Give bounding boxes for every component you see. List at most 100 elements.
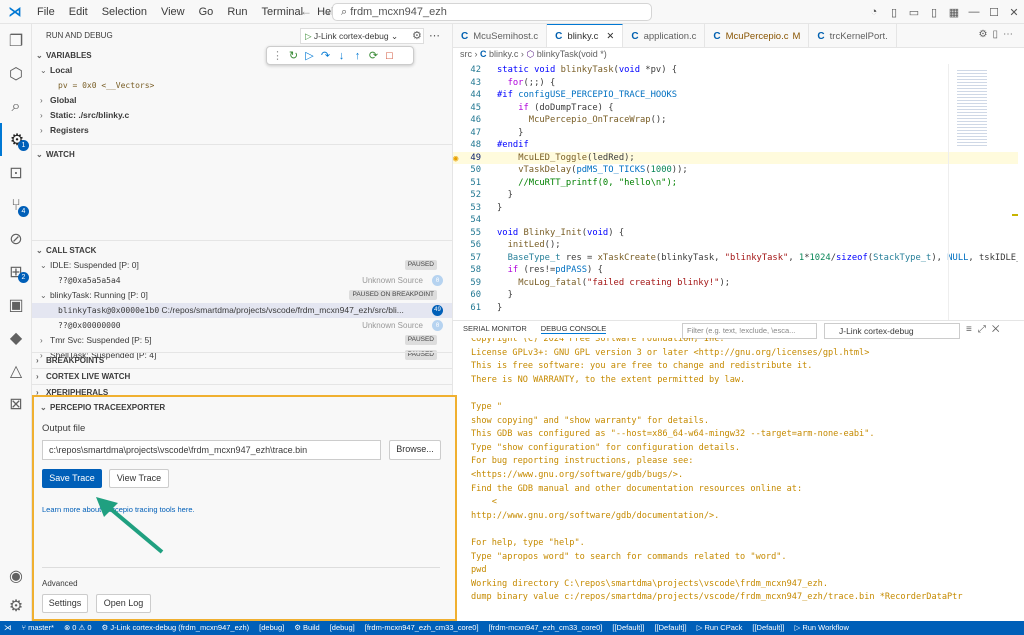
- thread-idle[interactable]: ⌄ IDLE: Suspended [P: 0] PAUSED: [32, 258, 452, 273]
- menu-go[interactable]: Go: [192, 6, 221, 18]
- layout-panel-icon[interactable]: ▭: [904, 6, 924, 19]
- variables-static[interactable]: › Static: ./src/blinky.c: [32, 108, 452, 123]
- search-icon[interactable]: ⌕: [0, 90, 32, 123]
- debug-config-select[interactable]: ▷ J-Link cortex-debug ⌄: [300, 28, 424, 44]
- variables-local[interactable]: ⌄ Local: [32, 63, 452, 78]
- python-icon[interactable]: ◆: [0, 321, 32, 354]
- status-build-type[interactable]: [debug]: [330, 621, 355, 635]
- command-center[interactable]: ⌕ frdm_mcxn947_ezh: [332, 3, 652, 21]
- code-editor[interactable]: 42 static void blinkyTask(void *pv) { 43 …: [453, 64, 1018, 320]
- stop-icon[interactable]: □: [383, 50, 396, 62]
- status-target-2[interactable]: [frdm-mcxn947_ezh_cm33_core0]: [489, 621, 603, 635]
- x-icon[interactable]: ⊠: [0, 387, 32, 420]
- thread-tmr[interactable]: › Tmr Svc: Suspended [P: 5] PAUSED: [32, 333, 452, 348]
- explorer-icon[interactable]: ❐: [0, 24, 32, 57]
- copilot-icon[interactable]: ◔: [864, 6, 884, 18]
- breakpoints-header[interactable]: › BREAKPOINTS: [32, 353, 452, 368]
- continue-icon[interactable]: ▷: [303, 49, 316, 62]
- menu-file[interactable]: File: [30, 6, 62, 18]
- tab-serial-monitor[interactable]: SERIAL MONITOR: [463, 324, 527, 334]
- debug-settings-icon[interactable]: ⚙: [412, 29, 422, 42]
- chip-icon[interactable]: ▣: [0, 288, 32, 321]
- menu-run[interactable]: Run: [220, 6, 254, 18]
- run-debug-icon[interactable]: ⚙ 1: [0, 123, 32, 156]
- tab-mcusemihost[interactable]: C McuSemihost.c: [453, 24, 548, 47]
- close-icon[interactable]: ✕: [1004, 6, 1024, 19]
- remote-icon[interactable]: ⋊: [4, 621, 12, 635]
- status-default-1[interactable]: [[Default]]: [612, 621, 644, 635]
- menu-view[interactable]: View: [154, 6, 192, 18]
- status-target-1[interactable]: [frdm-mcxn947_ezh_cm33_core0]: [365, 621, 479, 635]
- breadcrumb-src[interactable]: src: [460, 49, 472, 59]
- frame-blinky-active[interactable]: blinkyTask@0x0000e1b0 C:/repos/smartdma/…: [32, 303, 452, 318]
- manage-gear-icon[interactable]: ⚙: [0, 589, 32, 622]
- customize-layout-icon[interactable]: ▦: [944, 6, 964, 19]
- save-trace-button[interactable]: Save Trace: [42, 469, 102, 488]
- minimap[interactable]: [948, 64, 1018, 320]
- status-workflow[interactable]: ▷ Run Workflow: [794, 621, 848, 635]
- variable-pv[interactable]: pv = 0x0 <__Vectors>: [32, 78, 452, 93]
- frame-idle[interactable]: ??@0xa5a5a5a4 Unknown Source 0: [32, 273, 452, 288]
- tab-trckernelport[interactable]: CtrcKernelPort.: [809, 24, 897, 47]
- account-icon[interactable]: ◉: [0, 559, 32, 592]
- step-over-icon[interactable]: ↷: [319, 49, 332, 62]
- testing-icon[interactable]: ⊘: [0, 222, 32, 255]
- variables-global[interactable]: › Global: [32, 93, 452, 108]
- status-default-2[interactable]: [[Default]]: [654, 621, 686, 635]
- breadcrumb-symbol[interactable]: blinkyTask(void *): [537, 49, 607, 59]
- tab-application[interactable]: Capplication.c: [623, 24, 706, 47]
- output-file-input[interactable]: c:\repos\smartdma\projects\vscode\frdm_m…: [42, 440, 381, 460]
- percepio-header[interactable]: ⌄ PERCEPIO TRACEEXPORTER: [36, 400, 165, 415]
- callstack-header[interactable]: ⌄ CALL STACK: [32, 243, 452, 258]
- view-trace-button[interactable]: View Trace: [109, 469, 169, 488]
- tab-debug-console[interactable]: DEBUG CONSOLE: [540, 324, 607, 334]
- close-tab-icon[interactable]: ✕: [606, 31, 614, 42]
- extension-cube-icon[interactable]: ⬡: [0, 57, 32, 90]
- status-debug-kit[interactable]: [debug]: [259, 621, 284, 635]
- source-control-icon[interactable]: ⑂ 4: [0, 189, 32, 222]
- status-problems[interactable]: ⊗ 0 ⚠ 0: [64, 621, 92, 635]
- console-filter-input[interactable]: Filter (e.g. text, !exclude, \esca...: [682, 323, 817, 339]
- panel-actions-icon[interactable]: ≡⤢✕: [966, 324, 1005, 335]
- variables-registers[interactable]: › Registers: [32, 123, 452, 138]
- maximize-icon[interactable]: ☐: [984, 6, 1004, 19]
- remote-explorer-icon[interactable]: ⊡: [0, 156, 32, 189]
- reset-icon[interactable]: ↻: [287, 49, 300, 62]
- layout-sidebar-icon[interactable]: ▯: [884, 6, 904, 19]
- minimize-icon[interactable]: —: [964, 6, 984, 18]
- extensions-icon[interactable]: ⊞ 2: [0, 255, 32, 288]
- status-cpack[interactable]: ▷ Run CPack: [697, 621, 743, 635]
- tab-blinky[interactable]: Cblinky.c ✕: [547, 24, 624, 47]
- frame-blinky-2[interactable]: ??@0x00000000 Unknown Source 0: [32, 318, 452, 333]
- cmake-icon[interactable]: △: [0, 354, 32, 387]
- debug-session-select[interactable]: J-Link cortex-debug: [824, 323, 960, 339]
- menu-selection[interactable]: Selection: [95, 6, 154, 18]
- advanced-label: Advanced: [42, 579, 78, 588]
- status-branch[interactable]: ⑂ master*: [22, 621, 54, 635]
- settings-button[interactable]: Settings: [42, 594, 88, 613]
- cortex-live-watch-header[interactable]: › CORTEX LIVE WATCH: [32, 369, 452, 384]
- step-into-icon[interactable]: ↓: [335, 50, 348, 62]
- console-line: Type "apropos word" to search for comman…: [471, 551, 787, 562]
- debug-console-output[interactable]: Copyright (C) 2024 Free Software Foundat…: [471, 338, 1016, 618]
- watch-header[interactable]: ⌄ WATCH: [32, 147, 452, 162]
- status-build[interactable]: ⚙ Build: [294, 621, 320, 635]
- restart-icon[interactable]: ⟳: [367, 49, 380, 62]
- menu-edit[interactable]: Edit: [62, 6, 95, 18]
- status-default-3[interactable]: [[Default]]: [752, 621, 784, 635]
- open-log-button[interactable]: Open Log: [96, 594, 151, 613]
- drag-handle-icon[interactable]: ⋮: [271, 49, 284, 62]
- console-line: Find the GDB manual and other documentat…: [471, 483, 803, 494]
- status-badge: PAUSED: [404, 335, 437, 345]
- step-out-icon[interactable]: ↑: [351, 50, 364, 62]
- tab-mcupercepio[interactable]: C McuPercepio.c M: [705, 24, 810, 47]
- breadcrumb-file[interactable]: blinky.c: [489, 49, 518, 59]
- editor-actions-icon[interactable]: ⚙▯⋯: [979, 29, 1018, 40]
- start-debug-icon[interactable]: ▷: [305, 31, 312, 41]
- layout-secondary-icon[interactable]: ▯: [924, 6, 944, 19]
- more-actions-icon[interactable]: ⋯: [429, 29, 440, 42]
- browse-button[interactable]: Browse...: [389, 440, 441, 460]
- debug-config-label: J-Link cortex-debug: [313, 31, 389, 41]
- status-debug-session[interactable]: ⚙ J-Link cortex-debug (frdm_mcxn947_ezh): [102, 621, 250, 635]
- thread-blinky[interactable]: ⌄ blinkyTask: Running [P: 0] PAUSED ON BRE…: [32, 288, 452, 303]
